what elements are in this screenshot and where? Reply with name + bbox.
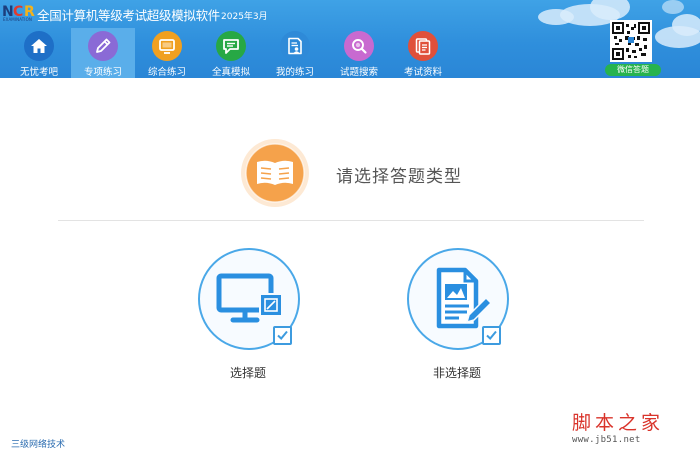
pencil-icon [88,31,118,61]
monitor-icon [152,31,182,61]
app-version-date: 2025年3月 [221,11,268,22]
nav-item-my-practice[interactable]: 我的练习 [263,28,327,78]
choice-multiple-choice-button[interactable]: 选择题 [193,248,303,388]
checkbox-icon [273,326,292,345]
cloud-decoration [672,14,700,36]
nav-item-question-search[interactable]: 试题搜索 [327,28,391,78]
choice-non-multiple-choice-button[interactable]: 非选择题 [402,248,512,388]
chat-icon [216,31,246,61]
nav-label: 试题搜索 [339,67,378,78]
checkbox-icon [482,326,501,345]
divider [58,220,644,221]
watermark-url: www.jb51.net [572,435,641,445]
choice-label: 选择题 [229,366,266,380]
site-watermark: 脚本之家 www.jb51.net [572,412,694,445]
cloud-decoration [538,9,574,25]
nav-item-special-practice[interactable]: 专项练习 [71,28,135,78]
nav-label: 综合练习 [147,67,186,78]
documents-icon [408,31,438,61]
search-icon [344,31,374,61]
nav-item-mock-exam[interactable]: 全真模拟 [199,28,263,78]
title-bar: N C R EXAMINATION 全国计算机等级考试超级模拟软件 2025年3… [0,0,700,78]
watermark-text: 脚本之家 [572,412,665,434]
nav-label: 专项练习 [83,67,122,78]
nav-label: 我的练习 [275,67,314,78]
choice-label: 非选择题 [432,366,481,380]
wechat-answer-label: 微信答题 [605,64,661,76]
nav-item-comprehensive-practice[interactable]: 综合练习 [135,28,199,78]
wechat-qr-panel[interactable]: 微信答题 [605,18,661,76]
qr-code [610,20,652,62]
answer-type-book-icon [240,138,310,208]
logo-subtext: EXAMINATION [3,17,32,22]
document-user-icon [280,31,310,61]
main-nav: 无忧考吧 专项练习 综合练习 全真模拟 我的练习 试题搜索 考试资料 [7,28,455,78]
app-title: 全国计算机等级考试超级模拟软件 [37,7,221,23]
answer-type-prompt: 请选择答题类型 [336,167,462,187]
nav-item-home[interactable]: 无忧考吧 [7,28,71,78]
home-icon [24,31,54,61]
nav-label: 考试资料 [403,67,442,78]
nav-label: 无忧考吧 [19,67,58,78]
exam-level-label[interactable]: 三级网络技术 [11,437,65,450]
app-title-row: N C R EXAMINATION 全国计算机等级考试超级模拟软件 2025年3… [2,4,268,24]
app-logo: N C R EXAMINATION [2,5,36,23]
nav-label: 全真模拟 [211,67,250,78]
nav-item-exam-materials[interactable]: 考试资料 [391,28,455,78]
cloud-decoration [662,0,684,14]
